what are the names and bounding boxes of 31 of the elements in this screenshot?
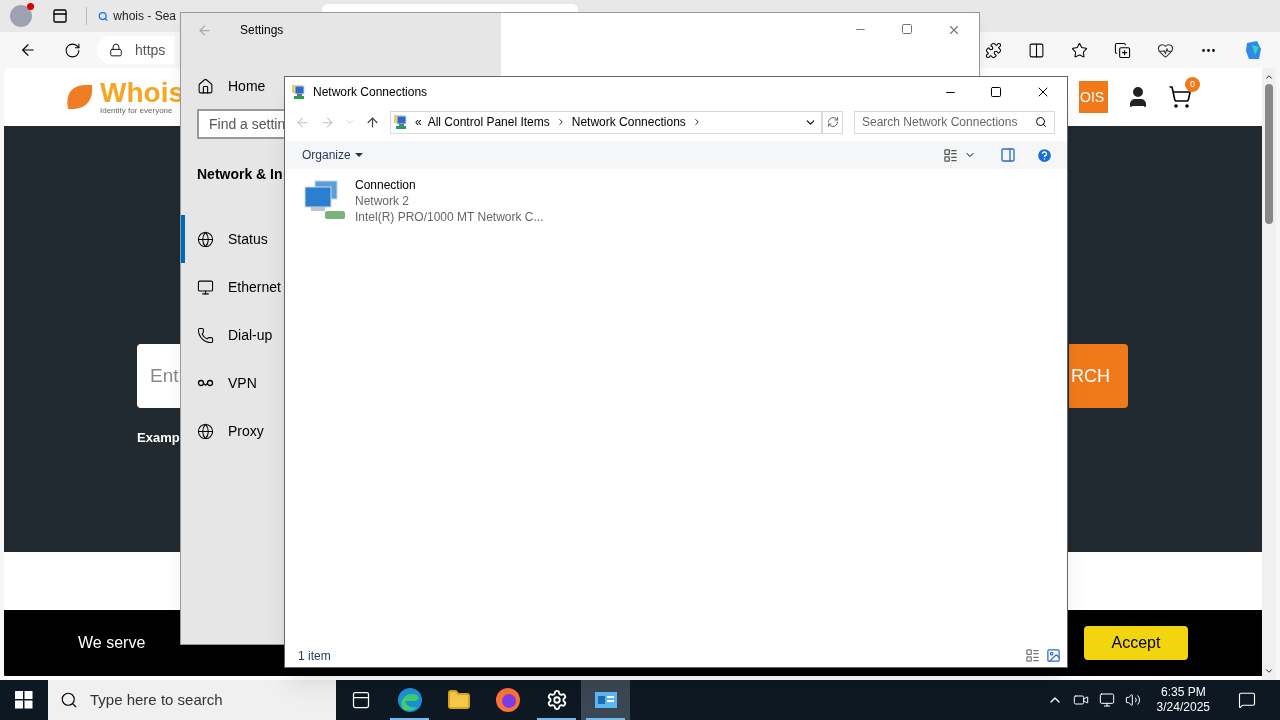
window-title: Network Connections bbox=[313, 84, 428, 101]
organize-menu[interactable]: Organize bbox=[302, 146, 363, 164]
example-text: Examp bbox=[137, 429, 180, 447]
tab-title: whois - Sea bbox=[113, 8, 176, 25]
breadcrumb-item[interactable]: All Control Panel Items bbox=[427, 113, 550, 131]
cart-count: 0 bbox=[1185, 77, 1200, 92]
section-heading: Network & In bbox=[197, 165, 283, 184]
nav-item[interactable]: Dial-up bbox=[181, 311, 281, 359]
nav-item[interactable]: Ethernet bbox=[181, 263, 281, 311]
taskbar-search-field[interactable]: Type here to search bbox=[48, 680, 336, 720]
connection-network: Network 2 bbox=[355, 193, 411, 209]
address-bar[interactable]: https bbox=[97, 36, 175, 64]
browser-tab[interactable]: whois - Sea bbox=[95, 2, 179, 30]
home-item[interactable]: Home bbox=[181, 63, 281, 109]
nav-item[interactable]: Proxy bbox=[181, 407, 281, 455]
clock[interactable]: 6:35 PM 3/24/2025 bbox=[1150, 685, 1216, 715]
connection-adapter: Intel(R) PRO/1000 MT Network C... bbox=[355, 209, 544, 225]
nav-item[interactable]: VPN bbox=[181, 359, 281, 407]
breadcrumb-item[interactable]: Network Connections bbox=[571, 113, 686, 131]
logo-text: Whois bbox=[100, 79, 184, 107]
address-bar[interactable]: « All Control Panel Items Network Connections bbox=[390, 110, 822, 134]
breadcrumb-overflow[interactable]: « bbox=[415, 113, 422, 131]
logo-tagline: Identity for everyone bbox=[100, 107, 174, 115]
window-title: Settings bbox=[240, 22, 284, 39]
cookie-notice: We serve bbox=[78, 633, 146, 653]
domain-search-field[interactable]: Ent bbox=[137, 344, 180, 408]
accept-button[interactable]: Accept bbox=[1084, 626, 1188, 660]
connection-name: Connection bbox=[355, 177, 417, 193]
status-text: 1 item bbox=[298, 647, 331, 665]
connection-item[interactable]: Connection Network 2 Intel(R) PRO/1000 MT Network C... bbox=[301, 177, 551, 225]
search-field[interactable]: Search Network Connections bbox=[854, 110, 1055, 134]
